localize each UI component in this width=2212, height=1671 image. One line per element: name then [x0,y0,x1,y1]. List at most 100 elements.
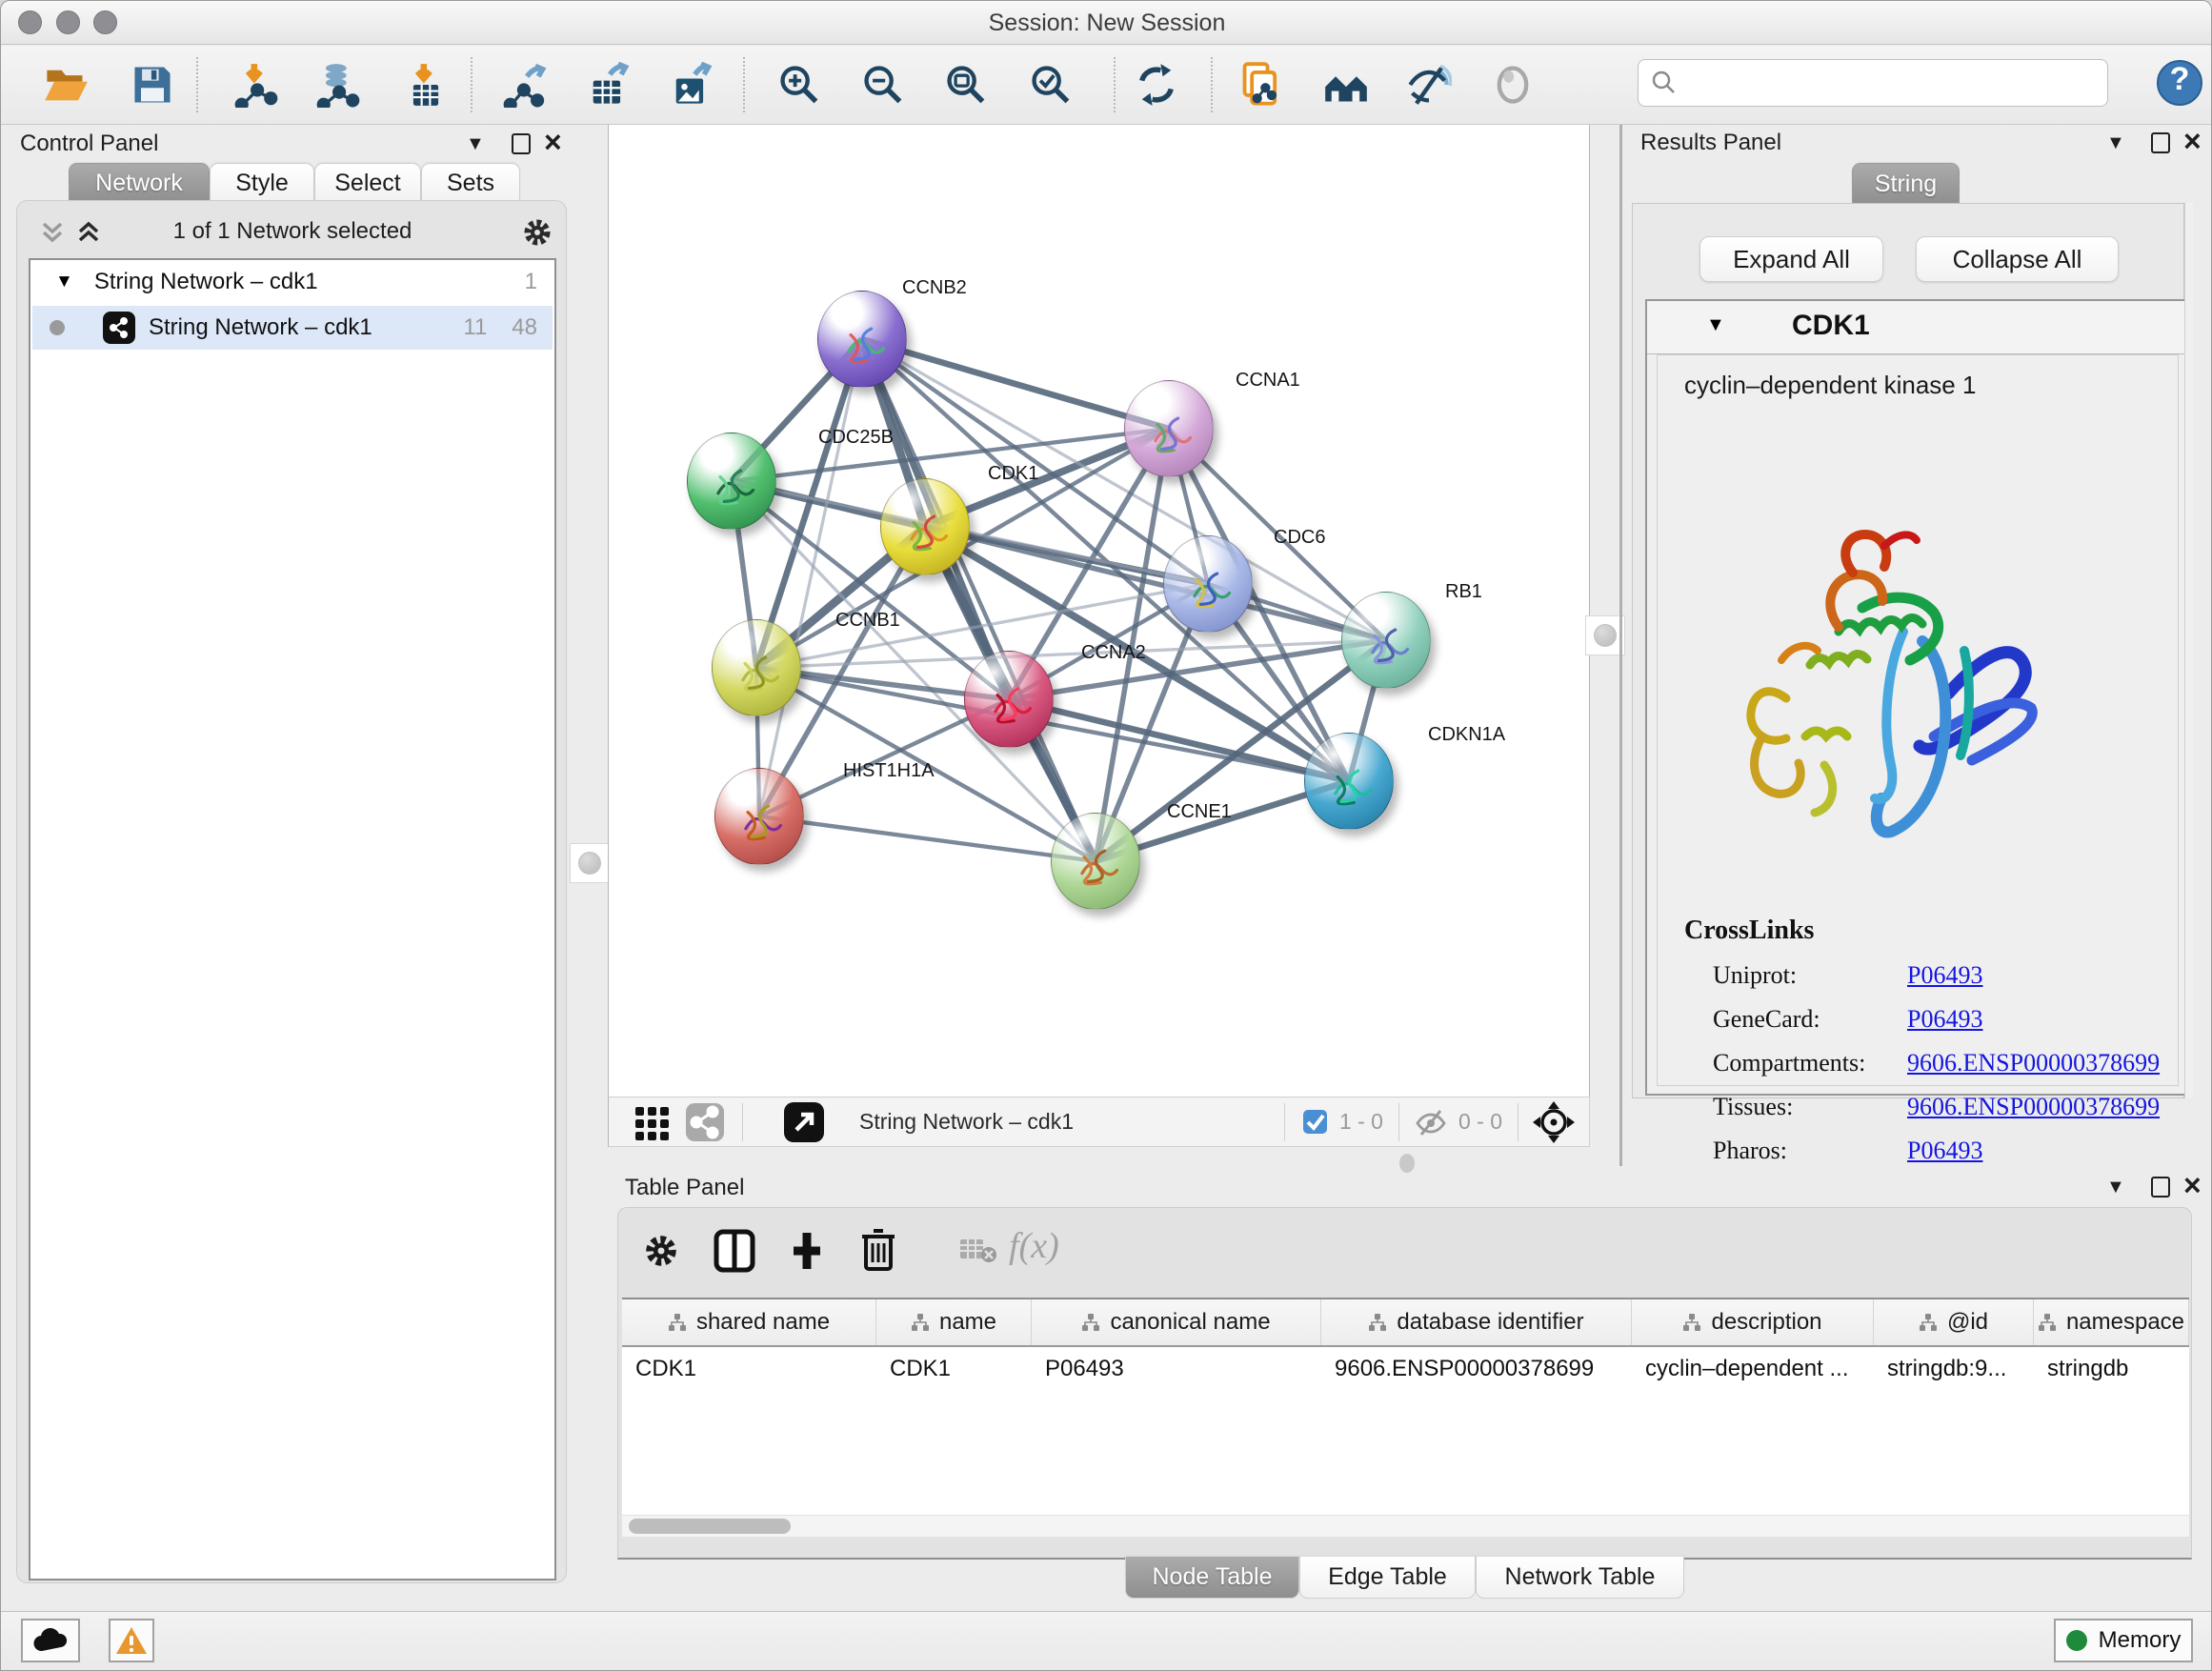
table-hscrollbar[interactable] [622,1516,2189,1537]
network-node-CDKN1A[interactable] [1304,733,1394,830]
network-tree-root-row[interactable]: ▼ String Network – cdk1 1 [30,260,554,304]
clone-network-icon[interactable] [1237,60,1286,110]
control-panel-float-icon[interactable] [512,133,531,154]
column-header-shared-name[interactable]: shared name [622,1299,876,1345]
crosslink-link[interactable]: P06493 [1907,961,1982,990]
column-header-namespace[interactable]: namespace [2034,1299,2189,1345]
results-panel-close-icon[interactable]: × [2183,131,2202,151]
tab-select[interactable]: Select [314,163,421,203]
table-cell[interactable]: CDK1 [876,1347,1032,1391]
help-button[interactable]: ? [2156,59,2203,107]
table-cell[interactable]: stringdb:9... [1874,1347,2034,1391]
column-header-canonical-name[interactable]: canonical name [1032,1299,1321,1345]
detach-view-icon[interactable] [783,1101,825,1143]
tab-string[interactable]: String [1852,163,1960,204]
export-network-icon[interactable] [500,60,550,110]
cloud-status-button[interactable] [21,1619,80,1662]
column-header--id[interactable]: @id [1874,1299,2034,1345]
network-overview-icon[interactable] [685,1102,725,1142]
network-node-CDC25B[interactable] [687,433,776,530]
select-columns-icon[interactable] [714,1229,755,1273]
results-scrollbar-track[interactable] [2184,203,2193,1098]
add-column-icon[interactable] [786,1229,828,1273]
left-splitter-handle[interactable] [570,843,610,883]
network-node-CCNB1[interactable] [712,619,801,716]
delete-column-icon[interactable] [858,1227,898,1273]
control-panel-collapse-icon[interactable]: ▼ [466,133,485,155]
memory-button[interactable]: Memory [2054,1619,2193,1662]
zoom-selected-icon[interactable] [1026,60,1076,110]
table-cell[interactable]: P06493 [1032,1347,1321,1391]
hide-selected-icon[interactable] [1404,60,1454,110]
crosslink-link[interactable]: 9606.ENSP00000378699 [1907,1093,2160,1121]
zoom-in-icon[interactable] [774,60,824,110]
column-header-description[interactable]: description [1632,1299,1874,1345]
string-results-container: Expand All Collapse All ▼ CDK1 cyclin–de… [1632,203,2184,1098]
import-network-file-icon[interactable] [231,60,281,110]
crosslink-link[interactable]: 9606.ENSP00000378699 [1907,1049,2160,1077]
network-selector-row: 1 of 1 Network selected [17,211,568,252]
column-header-database-identifier[interactable]: database identifier [1321,1299,1632,1345]
zoom-out-icon[interactable] [858,60,908,110]
network-node-CCNB2[interactable] [817,291,907,388]
table-cell[interactable]: cyclin–dependent ... [1632,1347,1874,1391]
crosslink-link[interactable]: P06493 [1907,1137,1982,1165]
table-cell[interactable]: CDK1 [622,1347,876,1391]
tree-expander-icon[interactable]: ▼ [55,272,73,292]
network-tree-selected-row[interactable]: String Network – cdk1 11 48 [32,306,553,350]
table-cell[interactable]: stringdb [2034,1347,2189,1391]
node-label-CDK1: CDK1 [988,463,1038,485]
toolbar-separator [1211,57,1213,112]
table-gear-icon[interactable] [641,1231,681,1271]
hidden-eye-icon[interactable] [1415,1108,1447,1137]
network-node-CDC6[interactable] [1163,535,1253,633]
protein-ribbon-thumbnail [1070,836,1123,890]
table-hscrollbar-thumb[interactable] [629,1519,791,1534]
tab-edge-table[interactable]: Edge Table [1299,1557,1476,1599]
tab-network[interactable]: Network [69,163,210,203]
crosslink-link[interactable]: P06493 [1907,1005,1982,1034]
network-node-CDK1[interactable] [880,478,970,575]
search-icon [1650,69,1679,97]
save-session-icon[interactable] [128,60,177,110]
table-cell[interactable]: 9606.ENSP00000378699 [1321,1347,1632,1391]
tab-sets[interactable]: Sets [421,163,520,203]
tab-network-table[interactable]: Network Table [1476,1557,1684,1599]
gene-section-header[interactable]: ▼ CDK1 [1647,301,2188,354]
network-node-CCNA2[interactable] [964,651,1054,748]
show-all-icon[interactable] [1488,60,1538,110]
import-network-database-icon[interactable] [313,60,363,110]
collapse-all-button[interactable]: Collapse All [1916,236,2119,282]
expand-all-button[interactable]: Expand All [1699,236,1883,282]
refresh-icon[interactable] [1132,60,1181,110]
search-input[interactable] [1638,59,2108,107]
network-node-RB1[interactable] [1341,592,1431,689]
tab-style[interactable]: Style [210,163,314,203]
first-neighbors-icon[interactable] [1321,60,1371,110]
import-table-icon[interactable] [401,60,451,110]
table-panel-close-icon[interactable]: × [2183,1175,2202,1196]
node-label-HIST1H1A: HIST1H1A [843,760,935,782]
open-file-icon[interactable] [41,60,90,110]
tab-node-table[interactable]: Node Table [1125,1557,1299,1599]
zoom-fit-icon[interactable] [941,60,991,110]
warnings-button[interactable] [109,1619,154,1662]
fit-content-crosshair-icon[interactable] [1532,1100,1576,1144]
network-node-CCNA1[interactable] [1124,380,1214,477]
gear-icon[interactable] [520,215,554,250]
control-panel-close-icon[interactable]: × [544,131,562,152]
table-row[interactable]: CDK1CDK1P064939606.ENSP00000378699cyclin… [622,1347,2189,1391]
birdseye-grid-icon[interactable] [633,1103,672,1141]
table-panel-float-icon[interactable] [2151,1177,2170,1198]
table-panel-collapse-icon[interactable]: ▼ [2106,1177,2125,1198]
export-image-icon[interactable] [666,60,715,110]
network-node-CCNE1[interactable] [1051,813,1140,910]
selected-checkbox-icon[interactable] [1302,1109,1328,1135]
results-panel-float-icon[interactable] [2151,132,2170,153]
network-node-HIST1H1A[interactable] [714,768,804,865]
column-header-name[interactable]: name [876,1299,1032,1345]
gene-expander-icon[interactable]: ▼ [1706,314,1725,336]
results-panel-collapse-icon[interactable]: ▼ [2106,132,2125,154]
network-canvas[interactable]: CCNB2CCNA1CDC25BCDK1CDC6RB1CCNB1CCNA2CDK… [608,125,1590,1097]
export-table-icon[interactable] [583,60,633,110]
